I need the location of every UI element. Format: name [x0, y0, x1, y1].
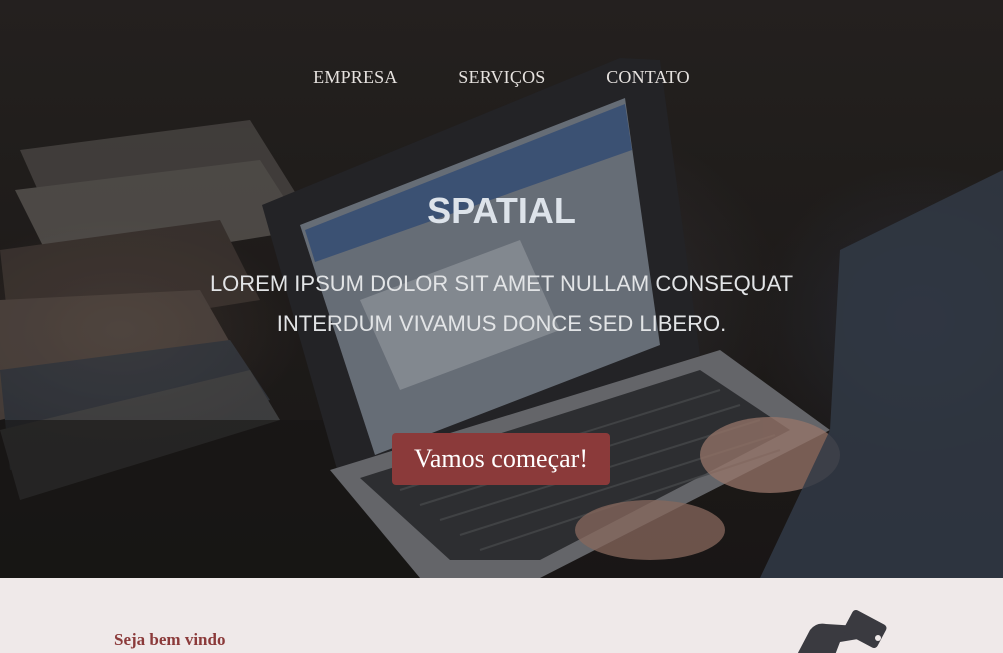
nav-item-servicos[interactable]: SERVIÇOS	[458, 67, 545, 88]
hero-section: EMPRESA SERVIÇOS CONTATO SPATIAL LOREM I…	[0, 0, 1003, 578]
nav-item-empresa[interactable]: EMPRESA	[313, 67, 397, 88]
welcome-heading: Seja bem vindo	[114, 630, 226, 649]
main-nav: EMPRESA SERVIÇOS CONTATO	[0, 67, 1003, 88]
nav-item-contato[interactable]: CONTATO	[606, 67, 690, 88]
hero-title: SPATIAL	[427, 190, 576, 231]
hand-holding-phone-icon	[797, 610, 887, 653]
hero-subtitle: LOREM IPSUM DOLOR SIT AMET NULLAM CONSEQ…	[209, 271, 794, 336]
welcome-section: Seja bem vindo	[0, 578, 1003, 653]
get-started-button[interactable]: Vamos começar!	[392, 433, 610, 485]
